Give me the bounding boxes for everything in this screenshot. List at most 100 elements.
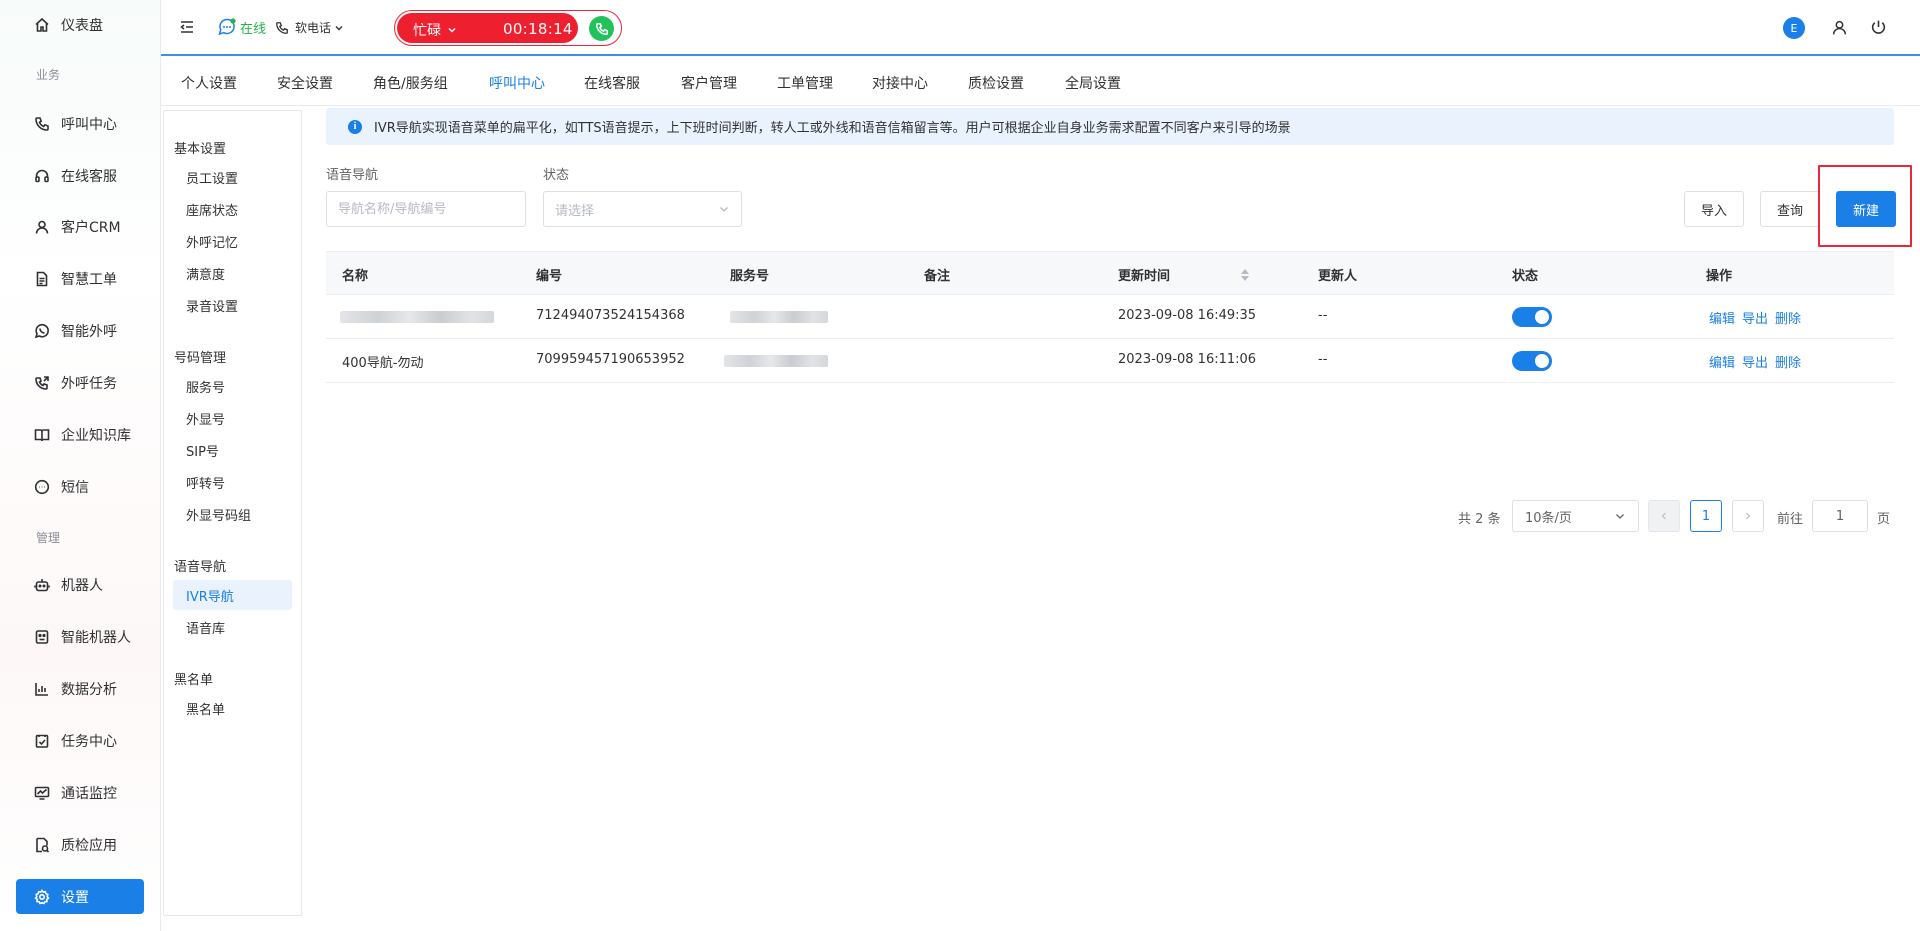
headset-icon <box>34 168 50 184</box>
tab-security[interactable]: 安全设置 <box>277 73 333 93</box>
delete-link[interactable]: 删除 <box>1775 308 1801 327</box>
whatsapp-icon <box>34 323 50 339</box>
tab-global[interactable]: 全局设置 <box>1065 73 1121 93</box>
softphone-dropdown[interactable]: 软电话 <box>275 19 344 36</box>
table-header: 名称 编号 服务号 备注 更新时间 更新人 状态 操作 <box>326 251 1894 295</box>
status-filter-label: 状态 <box>543 168 570 183</box>
sidebar-item-settings[interactable]: 设置 <box>16 879 144 914</box>
prev-page-button[interactable] <box>1648 500 1680 532</box>
tab-customer[interactable]: 客户管理 <box>681 73 737 93</box>
goto-prefix: 前往 <box>1777 512 1804 527</box>
sidebar-item-call-monitor[interactable]: 通话监控 <box>16 775 144 810</box>
sidebar-item-crm[interactable]: 客户CRM <box>16 209 144 244</box>
tab-ticket[interactable]: 工单管理 <box>777 73 833 93</box>
page-size-select[interactable]: 10条/页 <box>1512 500 1639 532</box>
settings-tabs: 个人设置 安全设置 角色/服务组 呼叫中心 在线客服 客户管理 工单管理 对接中… <box>161 58 1920 106</box>
subnav-item-display-number[interactable]: 外显号 <box>173 403 292 433</box>
subnav-item-ivr[interactable]: IVR导航 <box>173 580 292 610</box>
page-size-value: 10条/页 <box>1525 510 1572 526</box>
checklist-icon <box>34 733 50 749</box>
tab-inspection[interactable]: 质检设置 <box>968 73 1024 93</box>
row-updater: -- <box>1318 352 1328 367</box>
subnav-item-outbound-memory[interactable]: 外呼记忆 <box>173 226 292 256</box>
sidebar-item-label: 呼叫中心 <box>61 116 117 133</box>
import-button[interactable]: 导入 <box>1684 191 1744 227</box>
subnav-item-display-group[interactable]: 外显号码组 <box>173 499 292 529</box>
sidebar-item-inspection[interactable]: 质检应用 <box>16 827 144 862</box>
tab-call-center[interactable]: 呼叫中心 <box>489 73 545 93</box>
subnav-item-satisfaction[interactable]: 满意度 <box>173 258 292 288</box>
tab-roles[interactable]: 角色/服务组 <box>373 73 448 93</box>
call-status-bar[interactable]: 忙碌 00:18:14 <box>397 13 578 43</box>
tab-online-service[interactable]: 在线客服 <box>584 73 640 93</box>
chevron-left-icon <box>1659 511 1669 521</box>
sidebar-item-analytics[interactable]: 数据分析 <box>16 671 144 706</box>
sidebar-section-manage: 管理 <box>36 531 61 545</box>
call-center-subnav: 基本设置 员工设置 座席状态 外呼记忆 满意度 录音设置 号码管理 服务号 外显… <box>163 110 302 916</box>
chevron-down-icon <box>718 203 730 215</box>
column-header-updated[interactable]: 更新时间 <box>1118 265 1250 284</box>
sidebar-item-ticket[interactable]: 智慧工单 <box>16 261 144 296</box>
document-icon <box>34 271 50 287</box>
sidebar-item-robot[interactable]: 机器人 <box>16 567 144 602</box>
edit-link[interactable]: 编辑 <box>1709 308 1735 327</box>
export-link[interactable]: 导出 <box>1742 352 1768 371</box>
gear-icon <box>34 888 50 905</box>
subnav-item-seat-status[interactable]: 座席状态 <box>173 194 292 224</box>
subnav-item-blacklist[interactable]: 黑名单 <box>173 693 292 723</box>
subnav-group-title: 黑名单 <box>174 673 214 688</box>
sidebar-item-smart-outbound[interactable]: 智能外呼 <box>16 313 144 348</box>
sidebar-item-smart-robot[interactable]: 智能机器人 <box>16 619 144 654</box>
edit-link[interactable]: 编辑 <box>1709 352 1735 371</box>
sidebar-item-task-center[interactable]: 任务中心 <box>16 723 144 758</box>
subnav-item-staff[interactable]: 员工设置 <box>173 162 292 192</box>
sidebar-item-label: 数据分析 <box>61 681 117 698</box>
redacted-service-number <box>730 311 828 323</box>
status-toggle[interactable] <box>1512 307 1552 327</box>
chevron-down-icon <box>1614 510 1626 522</box>
sort-icon[interactable] <box>1240 268 1250 282</box>
avatar[interactable]: E <box>1783 17 1805 39</box>
column-header-actions: 操作 <box>1706 269 1733 284</box>
status-select[interactable]: 请选择 <box>543 191 742 227</box>
tab-personal[interactable]: 个人设置 <box>181 73 237 93</box>
status-toggle[interactable] <box>1512 351 1552 371</box>
sidebar-item-sms[interactable]: 短信 <box>16 469 144 504</box>
softphone-label: 软电话 <box>295 21 332 35</box>
delete-link[interactable]: 删除 <box>1775 352 1801 371</box>
subnav-item-sip-number[interactable]: SIP号 <box>173 435 292 465</box>
status-select-placeholder: 请选择 <box>555 203 595 219</box>
create-button[interactable]: 新建 <box>1836 191 1896 227</box>
sidebar-item-knowledge[interactable]: 企业知识库 <box>16 417 144 452</box>
subnav-item-service-number[interactable]: 服务号 <box>173 371 292 401</box>
nav-search-input[interactable] <box>326 191 526 227</box>
query-button[interactable]: 查询 <box>1760 191 1820 227</box>
next-page-button[interactable] <box>1732 500 1764 532</box>
user-icon[interactable] <box>1831 19 1848 36</box>
subnav-item-voice-library[interactable]: 语音库 <box>173 612 292 642</box>
top-bar: 在线 软电话 忙碌 00:18:14 E <box>161 0 1920 56</box>
sidebar-item-dashboard[interactable]: 仪表盘 <box>16 7 144 42</box>
column-header-note: 备注 <box>924 269 951 284</box>
power-icon[interactable] <box>1870 19 1887 36</box>
sidebar-item-online-service[interactable]: 在线客服 <box>16 158 144 193</box>
answer-call-button[interactable] <box>589 16 614 41</box>
chevron-down-icon <box>447 25 457 35</box>
app-root: 仪表盘 业务 呼叫中心 在线客服 客户CRM 智慧工单 智能外呼 外呼任务 企业… <box>0 0 1920 931</box>
chat-online-icon <box>217 17 237 37</box>
sidebar-item-outbound-task[interactable]: 外呼任务 <box>16 365 144 400</box>
subnav-item-forward-number[interactable]: 呼转号 <box>173 467 292 497</box>
export-link[interactable]: 导出 <box>1742 308 1768 327</box>
subnav-item-recording[interactable]: 录音设置 <box>173 290 292 320</box>
tab-integration[interactable]: 对接中心 <box>872 73 928 93</box>
collapse-menu-icon[interactable] <box>179 19 195 35</box>
row-code: 709959457190653952 <box>536 352 685 367</box>
busy-status-dropdown[interactable]: 忙碌 <box>413 20 457 40</box>
sidebar-item-call-center[interactable]: 呼叫中心 <box>16 106 144 141</box>
page-number-current[interactable]: 1 <box>1690 500 1722 532</box>
goto-page-input[interactable] <box>1812 500 1868 532</box>
robot-icon <box>34 577 50 593</box>
agent-status-toggle[interactable]: 在线 <box>217 17 266 37</box>
redacted-service-number <box>724 355 828 367</box>
column-header-status: 状态 <box>1512 269 1539 284</box>
